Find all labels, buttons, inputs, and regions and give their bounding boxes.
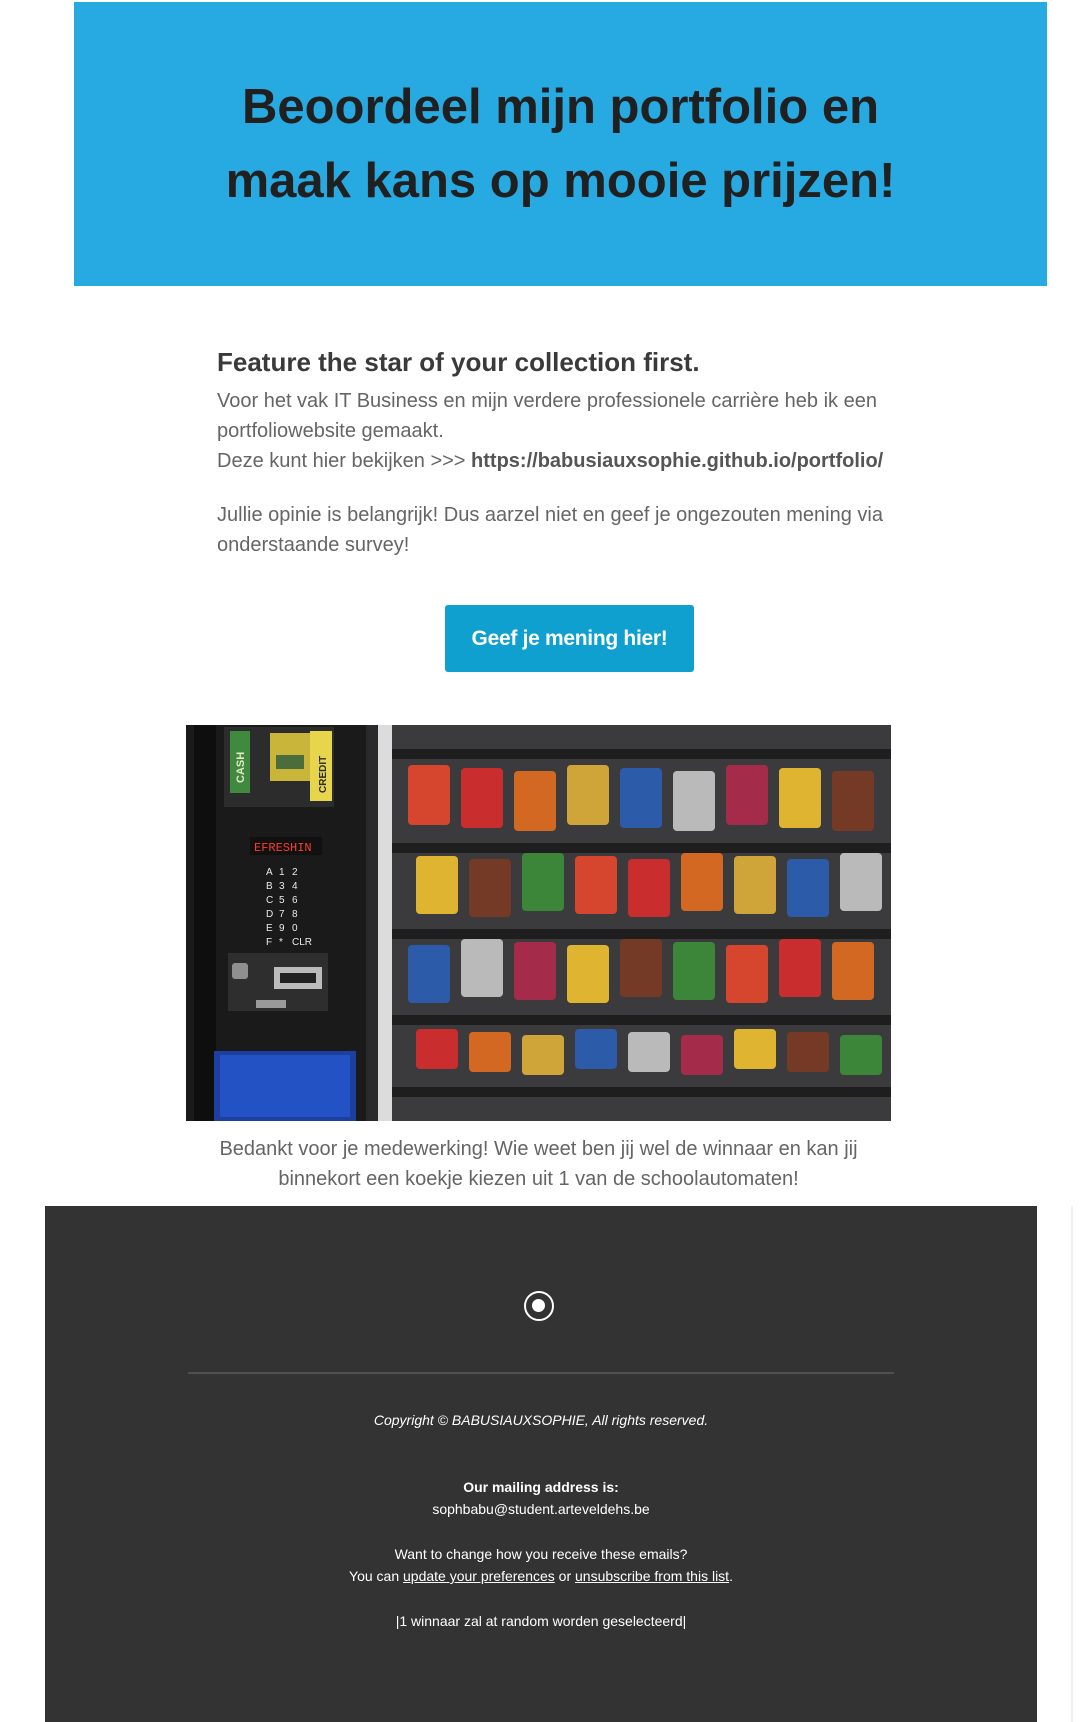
keypad-key: D xyxy=(266,909,273,920)
shelf xyxy=(392,1015,891,1025)
snack-bag xyxy=(832,771,874,831)
snack-bag xyxy=(522,1035,564,1075)
keypad-key: 6 xyxy=(292,895,298,906)
keypad-key: 5 xyxy=(279,895,285,906)
period-text: . xyxy=(729,1568,733,1584)
github-icon[interactable] xyxy=(524,1291,554,1321)
keypad-key: F xyxy=(266,937,272,948)
portfolio-link[interactable]: https://babusiauxsophie.github.io/portfo… xyxy=(471,450,883,472)
keypad-key: 7 xyxy=(279,909,285,920)
snack-bag xyxy=(787,859,829,917)
snack-bag xyxy=(734,1029,776,1069)
snack-bag xyxy=(628,1032,670,1072)
credit-label: CREDIT xyxy=(318,756,329,793)
content-paragraph-2: Jullie opinie is belangrijk! Dus aarzel … xyxy=(217,504,883,556)
snack-bag xyxy=(461,939,503,997)
snack-bag xyxy=(469,859,511,917)
update-preferences-link[interactable]: update your preferences xyxy=(403,1568,555,1584)
snack-bag xyxy=(461,768,503,828)
scrollbar-track xyxy=(1071,1206,1073,1722)
snack-bag xyxy=(832,942,874,1000)
cash-label: CASH xyxy=(235,752,247,783)
keypad-key: 3 xyxy=(279,881,285,892)
unsubscribe-link[interactable]: unsubscribe from this list xyxy=(575,1568,729,1584)
keypad-key: 2 xyxy=(292,867,298,878)
snack-bag xyxy=(514,771,556,831)
shelf xyxy=(392,749,891,759)
snack-bag xyxy=(522,853,564,911)
snack-bag xyxy=(681,853,723,911)
prefs-line: You can update your preferences or unsub… xyxy=(45,1565,1037,1587)
snack-bag xyxy=(779,768,821,828)
snack-bag xyxy=(681,1035,723,1075)
keypad-key: C xyxy=(266,895,273,906)
content-paragraph-1: Voor het vak IT Business en mijn verdere… xyxy=(217,386,897,476)
snack-bag xyxy=(567,765,609,825)
snack-bag xyxy=(726,945,768,1003)
you-can-text: You can xyxy=(349,1568,404,1584)
mailing-address: sophbabu@student.arteveldehs.be xyxy=(432,1501,650,1517)
keypad-key: B xyxy=(266,881,273,892)
snack-bag xyxy=(416,1029,458,1069)
keypad-key: 9 xyxy=(279,923,285,934)
snack-bag xyxy=(408,945,450,1003)
snack-bag xyxy=(416,856,458,914)
keypad-key: * xyxy=(279,937,283,948)
snack-bag xyxy=(567,945,609,1003)
snack-bag xyxy=(620,768,662,828)
snack-bag xyxy=(726,765,768,825)
portfolio-intro-text: Voor het vak IT Business en mijn verdere… xyxy=(217,390,877,442)
snack-bag xyxy=(575,1029,617,1069)
snack-bag xyxy=(469,1032,511,1072)
snack-bag xyxy=(620,939,662,997)
survey-button[interactable]: Geef je mening hier! xyxy=(445,605,694,672)
copyright-text: Copyright © BABUSIAUXSOPHIE, All rights … xyxy=(373,1412,709,1428)
winner-note: |1 winnaar zal at random worden geselect… xyxy=(395,1613,687,1629)
portfolio-link-prefix: Deze kunt hier bekijken >>> xyxy=(217,450,472,472)
keypad-key: E xyxy=(266,923,273,934)
hero-title: Beoordeel mijn portfolio en maak kans op… xyxy=(225,80,896,208)
snack-bag xyxy=(787,1032,829,1072)
snack-bag xyxy=(840,1035,882,1075)
shelf xyxy=(392,843,891,853)
vending-machine-image: CASH CREDIT EFRESHIN A 1 2 B 3 4 C 5 6 D 7 8 E 9 0 F * CL… xyxy=(186,725,891,1121)
content-block: Feature the star of your collection firs… xyxy=(217,345,897,560)
keypad-key: 0 xyxy=(292,923,298,934)
keypad-key: 4 xyxy=(292,881,298,892)
content-heading: Feature the star of your collection firs… xyxy=(217,347,700,377)
hero-banner: Beoordeel mijn portfolio en maak kans op… xyxy=(74,2,1047,286)
keypad-key: A xyxy=(266,867,273,878)
snack-bag xyxy=(673,771,715,831)
snack-bag xyxy=(779,939,821,997)
footer: Copyright © BABUSIAUXSOPHIE, All rights … xyxy=(45,1206,1037,1722)
display-text: EFRESHIN xyxy=(254,841,312,855)
thanks-caption: Bedankt voor je medewerking! Wie weet be… xyxy=(219,1138,858,1190)
snack-bag xyxy=(408,765,450,825)
shelf xyxy=(392,1087,891,1097)
snack-bag xyxy=(673,942,715,1000)
snack-bag xyxy=(575,856,617,914)
keypad-key: 1 xyxy=(279,867,285,878)
footer-divider xyxy=(188,1372,894,1374)
or-text: or xyxy=(554,1568,576,1584)
snack-bag xyxy=(514,942,556,1000)
keypad-key: 8 xyxy=(292,909,298,920)
change-prefs-text: Want to change how you receive these ema… xyxy=(394,1546,688,1562)
shelf xyxy=(392,929,891,939)
snack-bag xyxy=(734,856,776,914)
mailing-heading: Our mailing address is: xyxy=(463,1479,619,1495)
snack-bag xyxy=(840,853,882,911)
keypad-key: CLR xyxy=(292,937,312,948)
snack-bag xyxy=(628,859,670,917)
